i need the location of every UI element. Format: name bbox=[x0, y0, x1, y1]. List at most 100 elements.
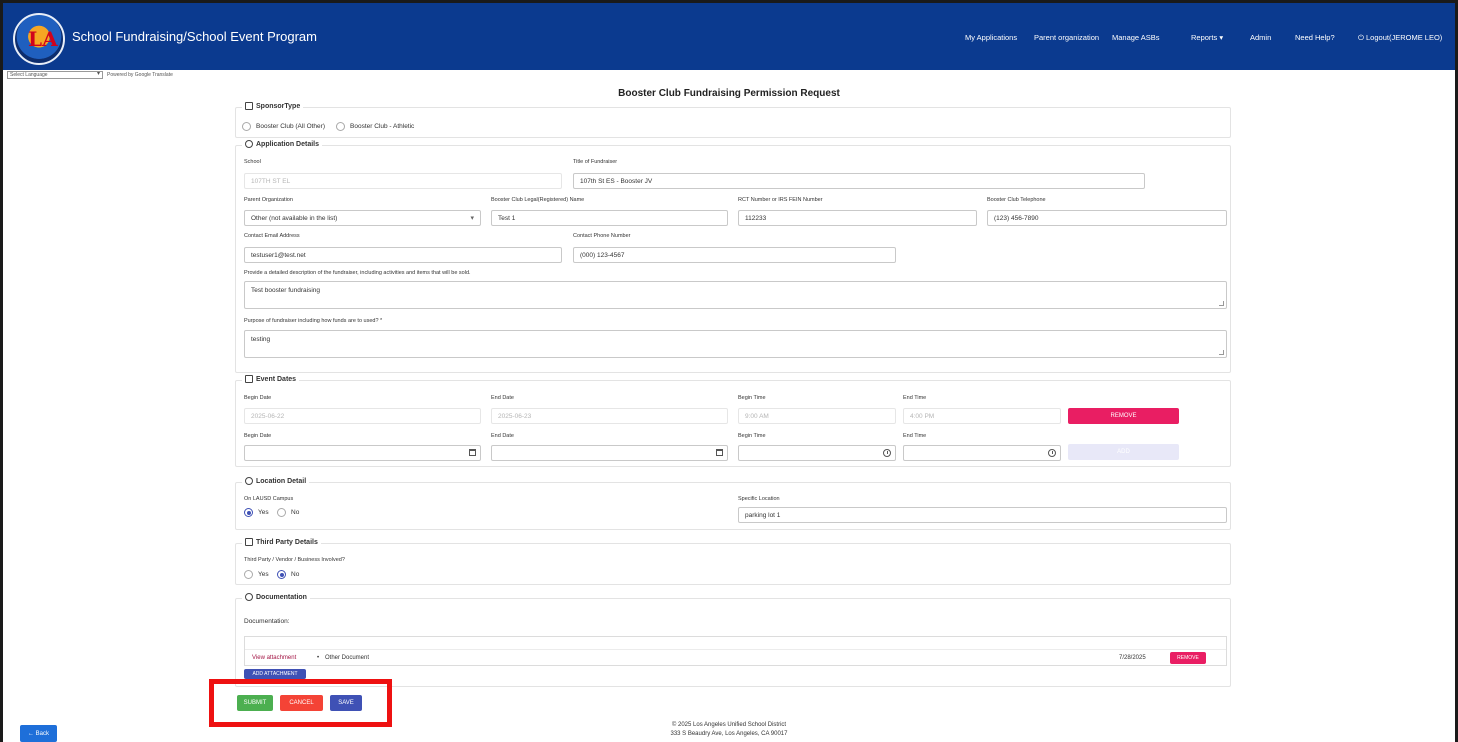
email-label: Contact Email Address bbox=[244, 233, 300, 239]
contact-phone-label: Contact Phone Number bbox=[573, 233, 631, 239]
purpose-label: Purpose of fundraiser including how fund… bbox=[244, 318, 383, 324]
third-party-yes-text: Yes bbox=[258, 571, 269, 578]
description-label: Provide a detailed description of the fu… bbox=[244, 270, 471, 276]
add-attachment-button[interactable]: ADD ATTACHMENT bbox=[244, 669, 306, 679]
nav-parent-organization[interactable]: Parent organization bbox=[1034, 33, 1099, 42]
attachment-date: 7/28/2025 bbox=[1119, 655, 1146, 661]
end-date-input[interactable] bbox=[491, 445, 728, 461]
end-date-label: End Date bbox=[491, 395, 514, 401]
school-label: School bbox=[244, 159, 261, 165]
campus-yes-radio[interactable] bbox=[244, 508, 253, 517]
begin-date-field-1[interactable]: 2025-06-22 bbox=[244, 408, 481, 424]
documentation-label: Documentation: bbox=[244, 618, 290, 625]
lausd-logo: LA bbox=[13, 13, 65, 65]
sponsor-type-section: SponsorType Booster Club (All Other) Boo… bbox=[235, 102, 1231, 138]
nav-my-applications[interactable]: My Applications bbox=[965, 33, 1017, 42]
purpose-textarea[interactable]: testing bbox=[244, 330, 1227, 358]
begin-time-field-1[interactable]: 9:00 AM bbox=[738, 408, 896, 424]
club-phone-label: Booster Club Telephone bbox=[987, 197, 1046, 203]
remove-date-button[interactable]: REMOVE bbox=[1068, 408, 1179, 424]
add-date-button[interactable]: ADD bbox=[1068, 444, 1179, 460]
event-dates-legend: Event Dates bbox=[256, 375, 297, 383]
calendar-icon bbox=[245, 375, 253, 383]
nav-manage-asbs[interactable]: Manage ASBs bbox=[1112, 33, 1160, 42]
parent-org-select[interactable]: Other (not available in the list) ▾ bbox=[244, 210, 481, 226]
specific-location-field[interactable]: parking lot 1 bbox=[738, 507, 1227, 523]
title-label: Title of Fundraiser bbox=[573, 159, 618, 165]
sponsor-type-legend: SponsorType bbox=[256, 102, 301, 110]
campus-yes-text: Yes bbox=[258, 509, 269, 516]
begin-date-input[interactable] bbox=[244, 445, 481, 461]
clock-icon[interactable] bbox=[883, 449, 891, 457]
documentation-legend: Documentation bbox=[256, 593, 307, 601]
end-time-label: End Time bbox=[903, 395, 927, 401]
attachment-doc-type: Other Document bbox=[325, 655, 370, 661]
parent-org-value: Other (not available in the list) bbox=[251, 215, 338, 222]
nav-reports[interactable]: Reports ▾ bbox=[1191, 33, 1223, 42]
third-party-no-radio[interactable] bbox=[277, 570, 286, 579]
chevron-down-icon: ▾ bbox=[470, 215, 474, 222]
info-icon bbox=[245, 140, 253, 148]
top-navbar: LA School Fundraising/School Event Progr… bbox=[3, 3, 1455, 70]
sponsor-option-all-other: Booster Club (All Other) bbox=[256, 123, 325, 130]
page-title: Booster Club Fundraising Permission Requ… bbox=[618, 88, 840, 99]
bullet: • bbox=[317, 655, 320, 661]
calendar-icon[interactable] bbox=[716, 449, 723, 456]
campus-no-radio[interactable] bbox=[277, 508, 286, 517]
third-party-no-text: No bbox=[291, 571, 300, 578]
application-details-section: Application Details School 107TH ST EL T… bbox=[235, 140, 1231, 373]
school-field[interactable]: 107TH ST EL bbox=[244, 173, 562, 189]
end-time-label-2: End Time bbox=[903, 433, 927, 439]
view-attachment-link[interactable]: View attachment bbox=[252, 655, 296, 661]
divider bbox=[245, 649, 1226, 650]
documentation-section: Documentation Documentation: View attach… bbox=[235, 593, 1231, 687]
language-bar: Select Language Powered by Google Transl… bbox=[7, 71, 173, 79]
legal-name-label: Booster Club Legal(Registered) Name bbox=[491, 197, 585, 203]
attachment-list: View attachment • Other Document 7/28/20… bbox=[244, 636, 1227, 666]
third-party-yes-radio[interactable] bbox=[244, 570, 253, 579]
id-card-icon bbox=[245, 102, 253, 110]
begin-date-label: Begin Date bbox=[244, 395, 272, 401]
attachment-icon bbox=[245, 593, 253, 601]
contact-phone-field[interactable]: (000) 123-4567 bbox=[573, 247, 896, 263]
sponsor-option-athletic: Booster Club - Athletic bbox=[350, 123, 415, 130]
app-frame: LA School Fundraising/School Event Progr… bbox=[3, 3, 1455, 742]
parent-org-label: Parent Organization bbox=[244, 197, 293, 203]
campus-label: On LAUSD Campus bbox=[244, 496, 294, 502]
club-phone-field[interactable]: (123) 456-7890 bbox=[987, 210, 1227, 226]
title-field[interactable]: 107th St ES - Booster JV bbox=[573, 173, 1145, 189]
end-time-field-1[interactable]: 4:00 PM bbox=[903, 408, 1061, 424]
specific-location-label: Specific Location bbox=[738, 496, 780, 502]
third-party-legend: Third Party Details bbox=[256, 538, 318, 546]
begin-time-input[interactable] bbox=[738, 445, 896, 461]
calendar-icon[interactable] bbox=[469, 449, 476, 456]
footer-copyright: © 2025 Los Angeles Unified School Distri… bbox=[671, 722, 787, 728]
third-party-question: Third Party / Vendor / Business Involved… bbox=[244, 557, 345, 563]
description-textarea[interactable]: Test booster fundraising bbox=[244, 281, 1227, 309]
third-party-section: Third Party Details Third Party / Vendor… bbox=[235, 538, 1231, 585]
application-details-legend: Application Details bbox=[256, 140, 320, 148]
sponsor-radio-all-other[interactable] bbox=[242, 122, 251, 131]
location-pin-icon bbox=[245, 477, 253, 485]
location-legend: Location Detail bbox=[256, 477, 307, 485]
legal-name-field[interactable]: Test 1 bbox=[491, 210, 728, 226]
app-title: School Fundraising/School Event Program bbox=[72, 29, 317, 44]
back-button[interactable]: ← Back bbox=[20, 725, 57, 742]
nav-logout[interactable]: ⏻ Logout(JEROME LEO) bbox=[1358, 33, 1442, 43]
nav-admin[interactable]: Admin bbox=[1250, 33, 1271, 42]
campus-no-text: No bbox=[291, 509, 300, 516]
contact-card-icon bbox=[245, 538, 253, 546]
end-time-input[interactable] bbox=[903, 445, 1061, 461]
rct-field[interactable]: 112233 bbox=[738, 210, 977, 226]
remove-attachment-button[interactable]: REMOVE bbox=[1170, 652, 1206, 664]
nav-need-help[interactable]: Need Help? bbox=[1295, 33, 1335, 42]
powered-by-translate: Powered by Google Translate bbox=[107, 72, 173, 78]
begin-time-label-2: Begin Time bbox=[738, 433, 766, 439]
sponsor-radio-athletic[interactable] bbox=[336, 122, 345, 131]
location-section: Location Detail On LAUSD Campus Yes No S… bbox=[235, 477, 1231, 530]
language-select[interactable]: Select Language bbox=[7, 71, 103, 79]
end-date-field-1[interactable]: 2025-06-23 bbox=[491, 408, 728, 424]
clock-icon[interactable] bbox=[1048, 449, 1056, 457]
email-field[interactable]: testuser1@test.net bbox=[244, 247, 562, 263]
event-dates-section: Event Dates Begin Date End Date Begin Ti… bbox=[235, 375, 1231, 467]
